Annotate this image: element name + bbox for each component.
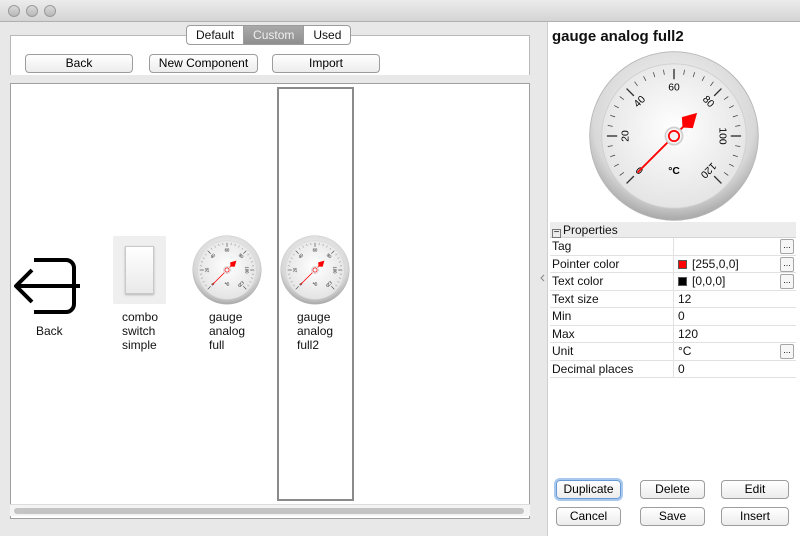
property-name: Tag <box>552 239 572 253</box>
tab-custom[interactable]: Custom <box>244 26 305 44</box>
property-name: Unit <box>552 344 574 358</box>
property-name: Max <box>552 326 575 341</box>
delete-button[interactable]: Delete <box>640 480 705 499</box>
cancel-button[interactable]: Cancel <box>556 507 621 526</box>
gauge-tick-label: 60 <box>668 83 680 94</box>
gauge-tick-label: 100 <box>716 127 727 144</box>
property-row[interactable]: Tag... <box>550 238 796 256</box>
detail-pane: gauge analog full2 020406080100120°C −Pr… <box>547 22 800 536</box>
tab-default[interactable]: Default <box>187 26 245 44</box>
property-value-text: [0,0,0] <box>692 274 726 288</box>
property-value-text: 120 <box>678 326 699 341</box>
new-component-button[interactable]: New Component <box>149 54 258 73</box>
property-row[interactable]: Text color [0,0,0]... <box>550 273 796 291</box>
gauge-tick-label: 100 <box>332 267 337 275</box>
component-label: Back <box>36 324 63 338</box>
edit-property-button[interactable]: ... <box>780 256 794 272</box>
component-label-line: simple <box>122 338 157 352</box>
minimize-window-button[interactable] <box>26 5 38 17</box>
property-value[interactable]: ... <box>673 238 796 255</box>
property-name: Pointer color <box>552 256 620 271</box>
property-value[interactable]: 0 <box>673 308 796 325</box>
edit-property-button[interactable]: ... <box>780 344 794 359</box>
edit-property-button[interactable]: ... <box>780 239 794 254</box>
property-row[interactable]: Pointer color [255,0,0]... <box>550 255 796 273</box>
component-label-line: analog <box>297 324 334 338</box>
property-value[interactable]: 12 <box>673 290 796 308</box>
properties-table: − Properties Tag... Pointer color [255,0,0]… <box>550 222 796 378</box>
property-value[interactable]: [0,0,0]... <box>673 273 796 290</box>
property-name: Decimal places <box>552 361 634 376</box>
gauge-hub <box>311 266 319 274</box>
switch-thumbnail <box>113 236 166 304</box>
property-name: Min <box>552 309 572 323</box>
gauge-unit-label: °C <box>313 281 318 286</box>
property-value-text: 0 <box>678 361 685 376</box>
component-label-line: full2 <box>297 338 320 352</box>
property-value-text: °C <box>678 344 692 358</box>
property-name: Text size <box>552 291 599 306</box>
color-swatch <box>678 259 687 269</box>
gauge-unit-label: °C <box>225 281 230 286</box>
component-grid <box>10 83 530 519</box>
component-label-line: gauge <box>297 310 331 324</box>
property-row[interactable]: Text size 12 <box>550 290 796 308</box>
close-window-button[interactable] <box>8 5 20 17</box>
category-tabs: Default Custom Used <box>186 25 352 45</box>
gauge-tick-label: 60 <box>313 248 318 253</box>
property-row[interactable]: Min 0 <box>550 308 796 326</box>
properties-header-label: Properties <box>563 223 618 237</box>
gauge-tick-label: 60 <box>225 248 230 253</box>
back-arrow-icon <box>14 258 80 314</box>
gauge-thumbnail: 020406080100120°C <box>192 235 262 305</box>
property-value-text: 12 <box>678 291 692 306</box>
duplicate-button[interactable]: Duplicate <box>556 480 621 499</box>
insert-button[interactable]: Insert <box>721 507 789 526</box>
gauge-tick-label: 20 <box>293 267 298 272</box>
gauge-tick-label: 20 <box>621 130 632 142</box>
property-value[interactable]: 120 <box>673 325 796 343</box>
split-pane-divider[interactable] <box>539 22 547 536</box>
component-title: gauge analog full2 <box>552 28 684 45</box>
color-swatch <box>678 277 687 286</box>
component-label-line: full <box>209 338 225 352</box>
back-button[interactable]: Back <box>25 54 133 73</box>
save-button[interactable]: Save <box>640 507 705 526</box>
gauge-unit-label: °C <box>668 166 680 177</box>
gauge-tick-label: 20 <box>205 267 210 272</box>
tab-used[interactable]: Used <box>304 26 350 44</box>
properties-header[interactable]: − Properties <box>550 222 796 238</box>
collapse-chevron-icon <box>540 274 545 282</box>
edit-button[interactable]: Edit <box>721 480 789 499</box>
gauge-tick-label: 100 <box>244 267 249 275</box>
property-row[interactable]: Unit °C... <box>550 343 796 361</box>
component-label-line: gauge <box>209 310 243 324</box>
component-label-line: combo <box>122 310 159 324</box>
edit-property-button[interactable]: ... <box>780 274 794 289</box>
property-value[interactable]: [255,0,0]... <box>673 255 796 273</box>
gauge-preview: 020406080100120°C <box>589 51 759 221</box>
import-button[interactable]: Import <box>272 54 380 73</box>
property-value[interactable]: °C... <box>673 343 796 360</box>
title-bar <box>0 0 800 22</box>
property-value-text: [255,0,0] <box>692 256 739 271</box>
property-name: Text color <box>552 274 604 288</box>
collapse-icon[interactable]: − <box>552 228 561 238</box>
property-value[interactable]: 0 <box>673 360 796 378</box>
gauge-thumbnail: 020406080100120°C <box>280 235 350 305</box>
scrollbar-thumb[interactable] <box>14 508 524 514</box>
property-value-text: 0 <box>678 309 685 323</box>
component-label-line: analog <box>209 324 246 338</box>
component-label-line: switch <box>122 324 156 338</box>
property-row[interactable]: Max 120 <box>550 325 796 343</box>
horizontal-scrollbar[interactable] <box>10 504 530 516</box>
zoom-window-button[interactable] <box>44 5 56 17</box>
property-row[interactable]: Decimal places 0 <box>550 360 796 378</box>
